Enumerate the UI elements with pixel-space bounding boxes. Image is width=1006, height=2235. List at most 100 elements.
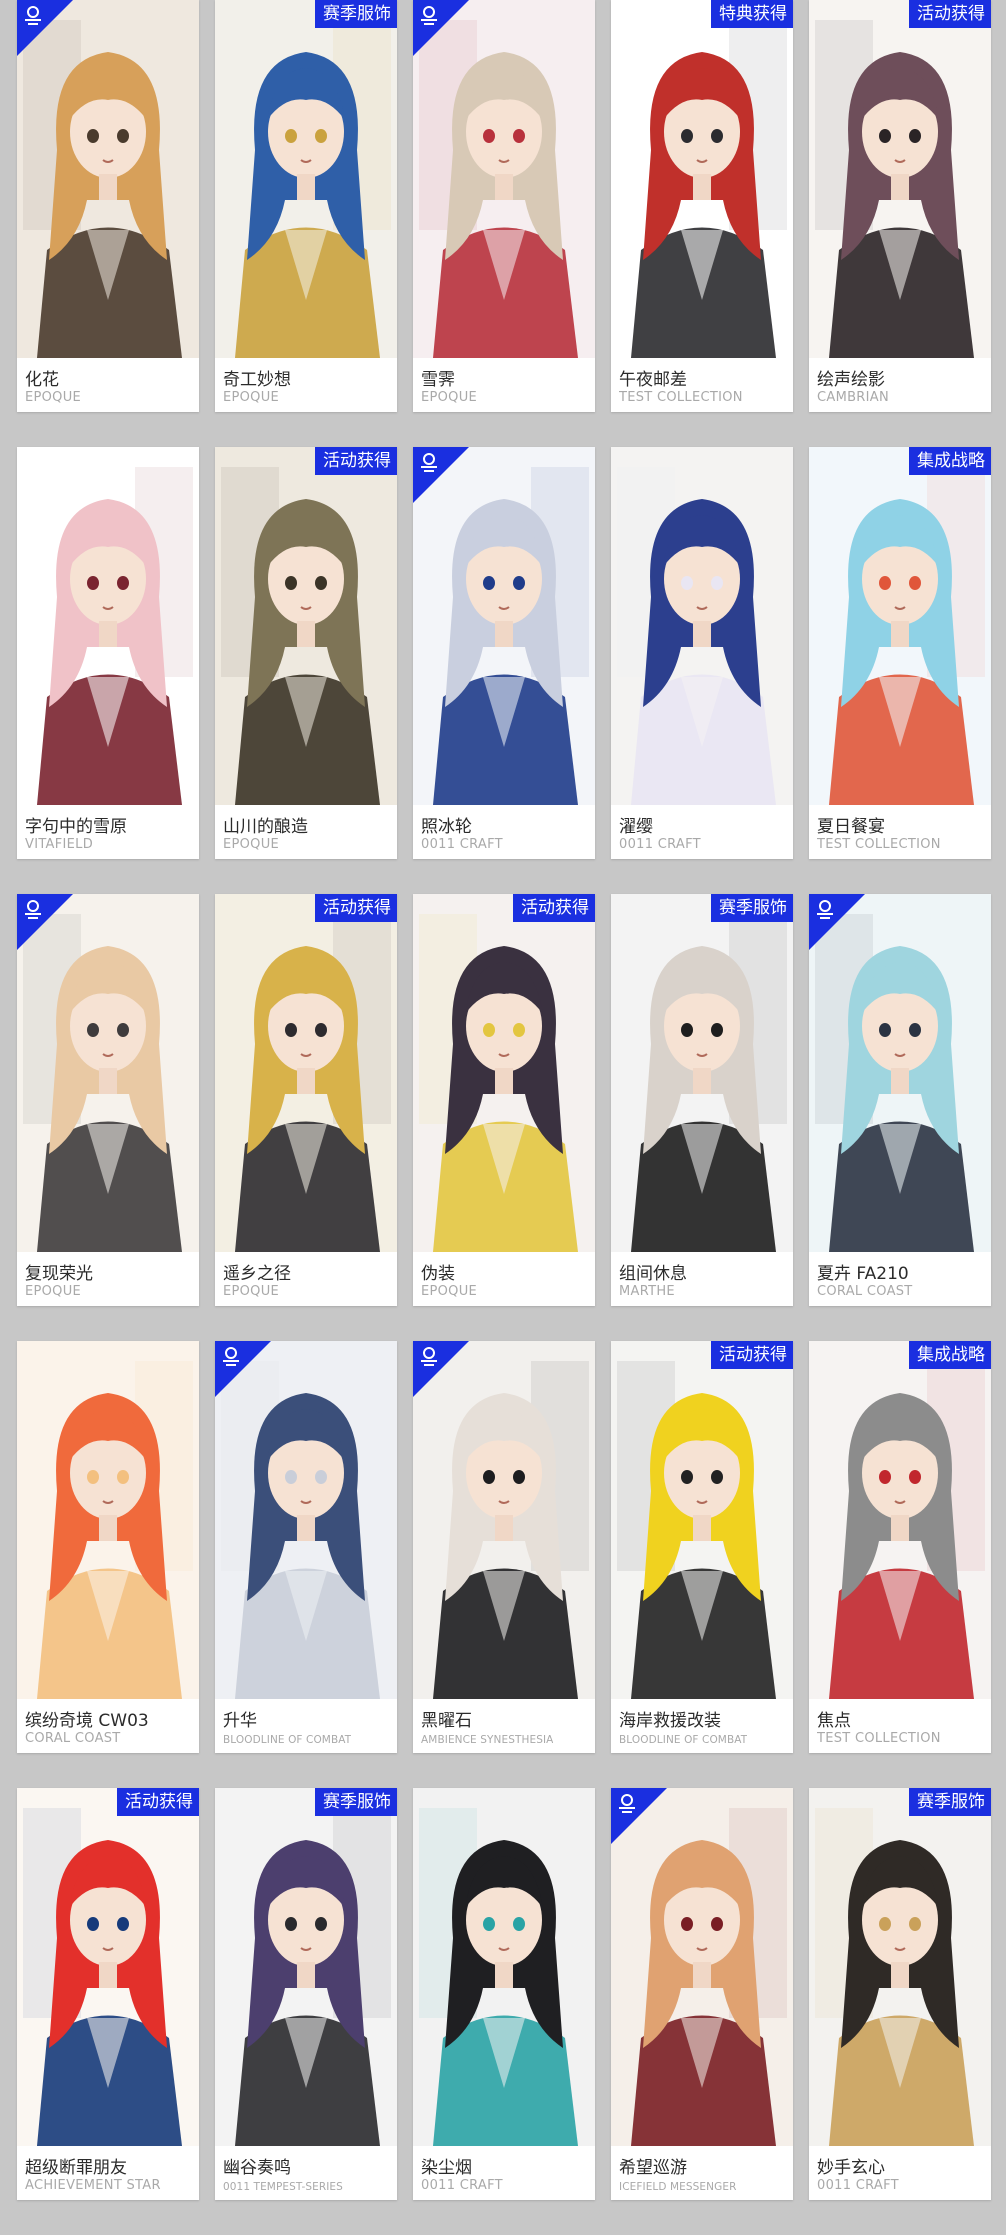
skin-name: 黑曜石	[421, 1711, 472, 1731]
acquisition-badge: 赛季服饰	[711, 894, 793, 922]
card-caption: 午夜邮差 TEST COLLECTION	[611, 358, 793, 412]
skin-card[interactable]: 赛季服饰组间休息 MARTHE	[611, 894, 793, 1306]
skin-card[interactable]: 照冰轮 0011 CRAFT	[413, 447, 595, 859]
skin-name: 妙手玄心	[817, 2158, 885, 2178]
skin-card[interactable]: 集成战略 夏日餐宴 TEST COLLECTION	[809, 447, 991, 859]
skin-brand: CORAL COAST	[817, 1284, 913, 1299]
skin-brand: CAMBRIAN	[817, 390, 889, 405]
skin-artwork	[215, 1788, 397, 2146]
skin-name: 雪霁	[421, 370, 455, 390]
skin-name: 照冰轮	[421, 817, 472, 837]
skin-name: 字句中的雪原	[25, 817, 127, 837]
skin-name: 染尘烟	[421, 2158, 472, 2178]
card-caption: 升华 BLOODLINE OF COMBAT	[215, 1699, 397, 1753]
skin-name: 伪装	[421, 1264, 455, 1284]
skin-name: 夏卉 FA210	[817, 1264, 909, 1284]
skin-brand: EPOQUE	[223, 390, 280, 405]
skin-artwork	[413, 894, 595, 1252]
card-caption: 缤纷奇境 CW03 CORAL COAST	[17, 1699, 199, 1753]
skin-card[interactable]: 缤纷奇境 CW03 CORAL COAST	[17, 1341, 199, 1753]
skin-brand: EPOQUE	[223, 837, 280, 852]
skin-art-frame	[611, 1341, 793, 1699]
card-caption: 化花 EPOQUE	[17, 358, 199, 412]
skin-brand: TEST COLLECTION	[817, 1731, 941, 1746]
skin-artwork	[809, 1341, 991, 1699]
skin-card[interactable]: 集成战略 焦点 TEST COLLECTION	[809, 1341, 991, 1753]
skin-brand: 0011 CRAFT	[421, 837, 503, 852]
skin-art-frame	[215, 0, 397, 358]
card-caption: 濯缨 0011 CRAFT	[611, 805, 793, 859]
skin-artwork	[17, 1788, 199, 2146]
store-icon	[223, 1347, 239, 1366]
skin-card[interactable]: 活动获得 伪装 EPOQUE	[413, 894, 595, 1306]
skin-name: 奇工妙想	[223, 370, 291, 390]
skin-name: 超级断罪朋友	[25, 2158, 127, 2178]
card-caption: 幽谷奏鸣 0011 TEMPEST-SERIES	[215, 2146, 397, 2200]
skin-card[interactable]: 活动获得超级断罪朋友 ACHIEVEMENT STAR	[17, 1788, 199, 2200]
skin-art-frame	[809, 1341, 991, 1699]
skin-name: 濯缨	[619, 817, 653, 837]
card-caption: 黑曜石 AMBIENCE SYNESTHESIA	[413, 1699, 595, 1753]
skin-card[interactable]: 夏卉 FA210 CORAL COAST	[809, 894, 991, 1306]
card-caption: 夏日餐宴 TEST COLLECTION	[809, 805, 991, 859]
skin-brand: 0011 CRAFT	[619, 837, 701, 852]
skin-art-frame	[215, 894, 397, 1252]
card-caption: 夏卉 FA210 CORAL COAST	[809, 1252, 991, 1306]
card-caption: 焦点 TEST COLLECTION	[809, 1699, 991, 1753]
skin-art-frame	[809, 1788, 991, 2146]
skin-card[interactable]: 化花 EPOQUE	[17, 0, 199, 412]
skin-gallery-grid: 化花 EPOQUE 赛季服饰 奇工妙想 EPOQUE 雪霁 EPOQUE 特典获得 午夜邮差 TE…	[0, 0, 1006, 2235]
skin-brand: 0011 CRAFT	[421, 2178, 503, 2193]
skin-brand: MARTHE	[619, 1284, 675, 1299]
skin-card[interactable]: 复现荣光 EPOQUE	[17, 894, 199, 1306]
skin-card[interactable]: 活动获得 遥乡之径 EPOQUE	[215, 894, 397, 1306]
store-icon	[421, 453, 437, 472]
skin-card[interactable]: 黑曜石 AMBIENCE SYNESTHESIA	[413, 1341, 595, 1753]
card-caption: 希望巡游 ICEFIELD MESSENGER	[611, 2146, 793, 2200]
card-caption: 海岸救援改装 BLOODLINE OF COMBAT	[611, 1699, 793, 1753]
skin-brand: 0011 CRAFT	[817, 2178, 899, 2193]
skin-card[interactable]: 希望巡游 ICEFIELD MESSENGER	[611, 1788, 793, 2200]
skin-brand: EPOQUE	[25, 390, 82, 405]
card-caption: 奇工妙想 EPOQUE	[215, 358, 397, 412]
skin-card[interactable]: 字句中的雪原 VITAFIELD	[17, 447, 199, 859]
acquisition-badge: 活动获得	[711, 1341, 793, 1369]
card-caption: 超级断罪朋友 ACHIEVEMENT STAR	[17, 2146, 199, 2200]
skin-art-frame	[17, 1788, 199, 2146]
skin-art-frame	[809, 447, 991, 805]
skin-art-frame	[611, 894, 793, 1252]
acquisition-badge: 活动获得	[315, 894, 397, 922]
skin-card[interactable]: 濯缨 0011 CRAFT	[611, 447, 793, 859]
skin-name: 幽谷奏鸣	[223, 2158, 291, 2178]
card-caption: 字句中的雪原 VITAFIELD	[17, 805, 199, 859]
skin-card[interactable]: 赛季服饰 幽谷奏鸣 0011 TEMPEST-SERIES	[215, 1788, 397, 2200]
skin-card[interactable]: 赛季服饰 奇工妙想 EPOQUE	[215, 0, 397, 412]
acquisition-badge: 活动获得	[513, 894, 595, 922]
skin-card[interactable]: 雪霁 EPOQUE	[413, 0, 595, 412]
skin-brand: EPOQUE	[223, 1284, 280, 1299]
skin-brand: AMBIENCE SYNESTHESIA	[421, 1734, 554, 1746]
skin-art-frame	[809, 0, 991, 358]
skin-card[interactable]: 升华 BLOODLINE OF COMBAT	[215, 1341, 397, 1753]
card-caption: 绘声绘影 CAMBRIAN	[809, 358, 991, 412]
acquisition-badge: 活动获得	[117, 1788, 199, 1816]
skin-artwork	[809, 0, 991, 358]
card-caption: 妙手玄心 0011 CRAFT	[809, 2146, 991, 2200]
card-caption: 雪霁 EPOQUE	[413, 358, 595, 412]
skin-brand: TEST COLLECTION	[817, 837, 941, 852]
skin-card[interactable]: 活动获得绘声绘影 CAMBRIAN	[809, 0, 991, 412]
skin-card[interactable]: 活动获得 山川的酿造 EPOQUE	[215, 447, 397, 859]
card-caption: 照冰轮 0011 CRAFT	[413, 805, 595, 859]
acquisition-badge: 特典获得	[711, 0, 793, 28]
skin-name: 复现荣光	[25, 1264, 93, 1284]
skin-name: 组间休息	[619, 1264, 687, 1284]
card-caption: 组间休息 MARTHE	[611, 1252, 793, 1306]
skin-artwork	[17, 1341, 199, 1699]
skin-card[interactable]: 活动获得海岸救援改装 BLOODLINE OF COMBAT	[611, 1341, 793, 1753]
skin-card[interactable]: 赛季服饰 妙手玄心 0011 CRAFT	[809, 1788, 991, 2200]
skin-card[interactable]: 特典获得午夜邮差 TEST COLLECTION	[611, 0, 793, 412]
skin-name: 希望巡游	[619, 2158, 687, 2178]
acquisition-badge: 活动获得	[909, 0, 991, 28]
skin-card[interactable]: 染尘烟 0011 CRAFT	[413, 1788, 595, 2200]
store-icon	[25, 6, 41, 25]
